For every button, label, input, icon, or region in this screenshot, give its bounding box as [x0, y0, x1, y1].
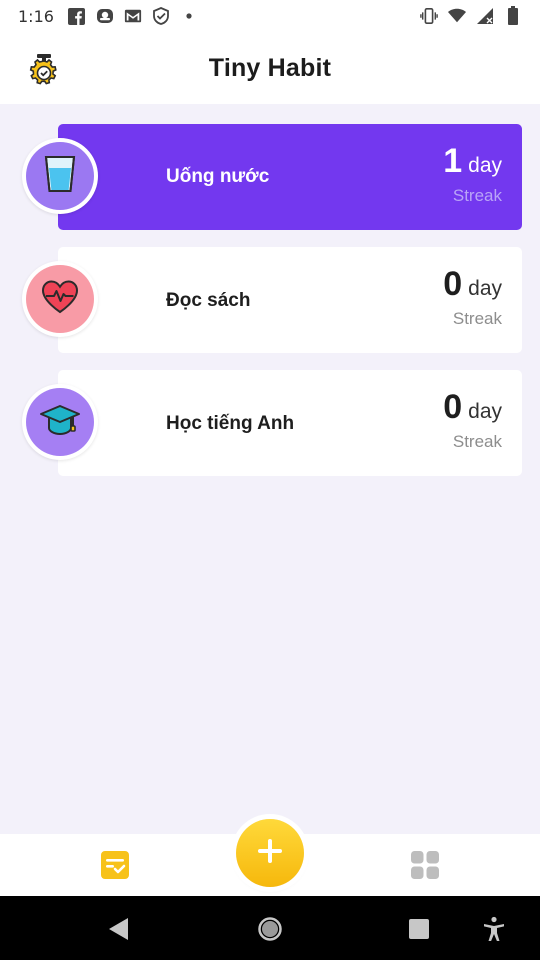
back-icon[interactable]	[106, 916, 132, 942]
streak-unit: day	[468, 154, 502, 177]
habit-name: Học tiếng Anh	[166, 413, 295, 434]
page-title: Tiny Habit	[208, 53, 332, 82]
streak-unit: day	[468, 400, 502, 423]
water-glass-icon	[43, 154, 77, 199]
plus-icon	[257, 838, 283, 869]
facebook-icon	[68, 7, 86, 25]
messenger-icon	[96, 7, 114, 25]
habit-name: Uống nước	[166, 166, 270, 187]
status-time: 1:16	[18, 6, 54, 26]
habit-list-icon[interactable]	[99, 849, 131, 881]
habit-avatar	[22, 261, 98, 337]
gmail-icon	[124, 7, 142, 25]
graduation-cap-icon	[39, 402, 81, 443]
heart-pulse-icon	[40, 279, 80, 320]
dot-icon	[180, 7, 198, 25]
stopwatch-gear-icon[interactable]	[26, 52, 62, 88]
app-header: Tiny Habit	[0, 32, 540, 104]
streak-unit: day	[468, 277, 502, 300]
recents-icon[interactable]	[406, 916, 432, 942]
streak-label: Streak	[452, 186, 502, 205]
signal-icon	[476, 7, 494, 25]
streak-value: 1	[443, 142, 463, 180]
habit-list: Uống nước 1 day Streak Đọc sách 0 day St…	[0, 104, 540, 834]
streak-value: 0	[443, 388, 463, 426]
shield-check-icon	[152, 7, 170, 25]
vibrate-icon	[420, 7, 438, 25]
add-habit-button[interactable]	[236, 819, 304, 887]
habit-card-hoc-tieng-anh[interactable]: Học tiếng Anh 0 day Streak	[58, 370, 522, 476]
system-nav	[0, 896, 540, 960]
wifi-icon	[448, 7, 466, 25]
battery-icon	[504, 6, 522, 25]
streak-label: Streak	[452, 432, 502, 451]
streak-label: Streak	[452, 309, 502, 328]
grid-apps-icon[interactable]	[409, 849, 441, 881]
habit-card-uong-nuoc[interactable]: Uống nước 1 day Streak	[58, 124, 522, 230]
habit-avatar	[22, 138, 98, 214]
streak-count: 1 day	[443, 144, 502, 178]
streak-count: 0 day	[443, 390, 502, 424]
status-bar: 1:16	[0, 0, 540, 32]
accessibility-icon[interactable]	[481, 916, 507, 942]
home-icon[interactable]	[257, 916, 283, 942]
streak-value: 0	[443, 265, 463, 303]
habit-card-doc-sach[interactable]: Đọc sách 0 day Streak	[58, 247, 522, 353]
streak-count: 0 day	[443, 267, 502, 301]
habit-avatar	[22, 384, 98, 460]
habit-name: Đọc sách	[166, 290, 251, 311]
